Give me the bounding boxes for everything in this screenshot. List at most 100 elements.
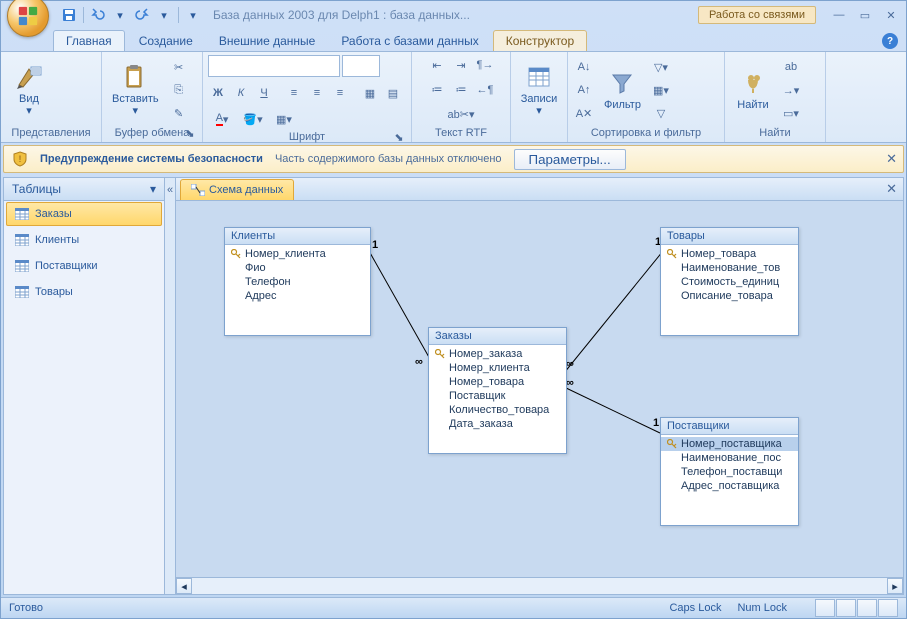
ribbon-tabs: Главная Создание Внешние данные Работа с…	[1, 29, 906, 51]
toggle-filter-button[interactable]: ▽	[650, 102, 672, 124]
undo-button[interactable]	[88, 5, 108, 25]
table-window-orders[interactable]: Заказы Номер_заказа Номер_клиента Номер_…	[428, 327, 567, 454]
sort-desc-button[interactable]: A↑	[573, 79, 595, 101]
qat-customize[interactable]: ▾	[183, 5, 203, 25]
redo-button[interactable]	[132, 5, 152, 25]
window-title: База данных 2003 для Delph1 : база данны…	[213, 8, 698, 22]
records-button[interactable]: Записи▾	[515, 61, 563, 119]
document-tabs: Схема данных ✕	[176, 178, 903, 201]
status-text: Готово	[9, 602, 43, 614]
goto-button[interactable]: →▾	[780, 79, 802, 101]
copy-button[interactable]: ⎘	[168, 79, 190, 101]
group-rtf: Текст RTF	[416, 126, 506, 140]
dialog-launcher-icon[interactable]: ⬊	[393, 131, 405, 143]
help-icon[interactable]: ?	[882, 33, 898, 49]
cut-button[interactable]: ✂	[168, 56, 190, 78]
format-painter-button[interactable]: ✎	[168, 102, 190, 124]
relationship-canvas[interactable]: 1 ∞ ∞ 1 ∞ 1 Клиенты Номер_клиента Фио Те…	[176, 201, 903, 577]
selection-filter-button[interactable]: ▽▾	[650, 56, 672, 78]
clear-sort-button[interactable]: A✕	[573, 102, 595, 124]
redo-dropdown[interactable]: ▾	[154, 5, 174, 25]
navpane-item-goods[interactable]: Товары	[6, 280, 162, 304]
tab-external[interactable]: Внешние данные	[207, 31, 328, 51]
navigation-pane: Таблицы ▾ Заказы Клиенты Поставщики Това…	[4, 178, 165, 594]
ribbon: Вид▾ Представления Вставить▾ ✂ ⎘ ✎ Буфер…	[1, 51, 906, 143]
status-bar: Готово Caps Lock Num Lock	[1, 597, 906, 618]
group-font: Шрифт⬊	[207, 130, 407, 144]
advanced-filter-button[interactable]: ▦▾	[650, 79, 672, 101]
table-window-clients[interactable]: Клиенты Номер_клиента Фио Телефон Адрес	[224, 227, 371, 336]
table-window-goods[interactable]: Товары Номер_товара Наименование_тов Сто…	[660, 227, 799, 336]
navpane-header[interactable]: Таблицы ▾	[4, 178, 164, 201]
security-title: Предупреждение системы безопасности	[40, 153, 263, 165]
key-icon	[435, 349, 445, 359]
filter-button[interactable]: Фильтр	[598, 67, 647, 113]
key-icon	[667, 249, 677, 259]
navpane-item-clients[interactable]: Клиенты	[6, 228, 162, 252]
view-btn-2[interactable]	[836, 599, 856, 617]
rtl-button[interactable]: ←¶	[474, 79, 496, 101]
tab-dbtools[interactable]: Работа с базами данных	[329, 31, 490, 51]
font-combo[interactable]	[208, 55, 340, 77]
scroll-right-button[interactable]: ▸	[887, 578, 903, 594]
group-views: Представления	[5, 126, 97, 140]
table-window-suppliers[interactable]: Поставщики Номер_поставщика Наименование…	[660, 417, 799, 526]
status-numlock: Num Lock	[737, 602, 787, 614]
dialog-launcher-icon[interactable]: ⬊	[184, 127, 196, 139]
doc-tab-relations[interactable]: Схема данных	[180, 179, 294, 200]
altrow-button[interactable]: ▤	[382, 82, 404, 104]
underline-button[interactable]: Ч	[253, 82, 275, 104]
quick-access-toolbar: ▾ ▾ ▾	[59, 5, 203, 25]
tab-design[interactable]: Конструктор	[493, 30, 587, 51]
font-color-button[interactable]: A▾	[207, 108, 237, 130]
security-text: Часть содержимого базы данных отключено	[275, 153, 502, 165]
key-icon	[231, 249, 241, 259]
paste-button[interactable]: Вставить▾	[106, 61, 165, 119]
horizontal-scrollbar[interactable]: ◂ ▸	[176, 577, 903, 594]
save-button[interactable]	[59, 5, 79, 25]
security-options-button[interactable]: Параметры...	[514, 149, 626, 170]
scroll-left-button[interactable]: ◂	[176, 578, 192, 594]
align-right-button[interactable]: ≡	[329, 82, 351, 104]
outdent-button[interactable]: ⇤	[426, 54, 448, 76]
italic-button[interactable]: К	[230, 82, 252, 104]
minimize-button[interactable]: —	[828, 6, 850, 24]
titlebar: ▾ ▾ ▾ База данных 2003 для Delph1 : база…	[1, 1, 906, 29]
align-left-button[interactable]: ≡	[283, 82, 305, 104]
navpane-item-suppliers[interactable]: Поставщики	[6, 254, 162, 278]
navpane-dropdown-icon[interactable]: ▾	[150, 182, 156, 196]
tab-home[interactable]: Главная	[53, 30, 125, 51]
indent-button[interactable]: ⇥	[450, 54, 472, 76]
size-combo[interactable]	[342, 55, 380, 77]
group-find: Найти	[729, 126, 821, 140]
select-button[interactable]: ▭▾	[780, 102, 802, 124]
view-btn-4[interactable]	[878, 599, 898, 617]
grid-style-button[interactable]: ▦▾	[269, 108, 299, 130]
sort-asc-button[interactable]: A↓	[573, 56, 595, 78]
bold-button[interactable]: Ж	[207, 82, 229, 104]
bullets-button[interactable]: ≔	[426, 79, 448, 101]
doc-close-button[interactable]: ✕	[886, 181, 897, 197]
align-center-button[interactable]: ≡	[306, 82, 328, 104]
gridlines-button[interactable]: ▦	[359, 82, 381, 104]
numbering-button[interactable]: ≔	[450, 79, 472, 101]
highlight-button[interactable]: ab✂▾	[440, 104, 482, 126]
maximize-button[interactable]: ▭	[854, 6, 876, 24]
security-close-button[interactable]: ✕	[886, 151, 897, 167]
fill-color-button[interactable]: 🪣▾	[238, 108, 268, 130]
close-button[interactable]: ✕	[880, 6, 902, 24]
shield-icon: !	[12, 151, 28, 167]
undo-dropdown[interactable]: ▾	[110, 5, 130, 25]
ltr-button[interactable]: ¶→	[474, 54, 496, 76]
view-button[interactable]: Вид▾	[5, 61, 53, 119]
relations-icon	[191, 184, 205, 196]
context-tab-label: Работа со связями	[698, 6, 816, 24]
view-btn-3[interactable]	[857, 599, 877, 617]
find-button[interactable]: Найти	[729, 67, 777, 113]
group-sortfilter: Сортировка и фильтр	[572, 126, 720, 140]
replace-button[interactable]: ab	[780, 56, 802, 78]
navpane-collapse-button[interactable]: «	[165, 178, 176, 594]
view-btn-1[interactable]	[815, 599, 835, 617]
navpane-item-orders[interactable]: Заказы	[6, 202, 162, 226]
tab-create[interactable]: Создание	[127, 31, 205, 51]
